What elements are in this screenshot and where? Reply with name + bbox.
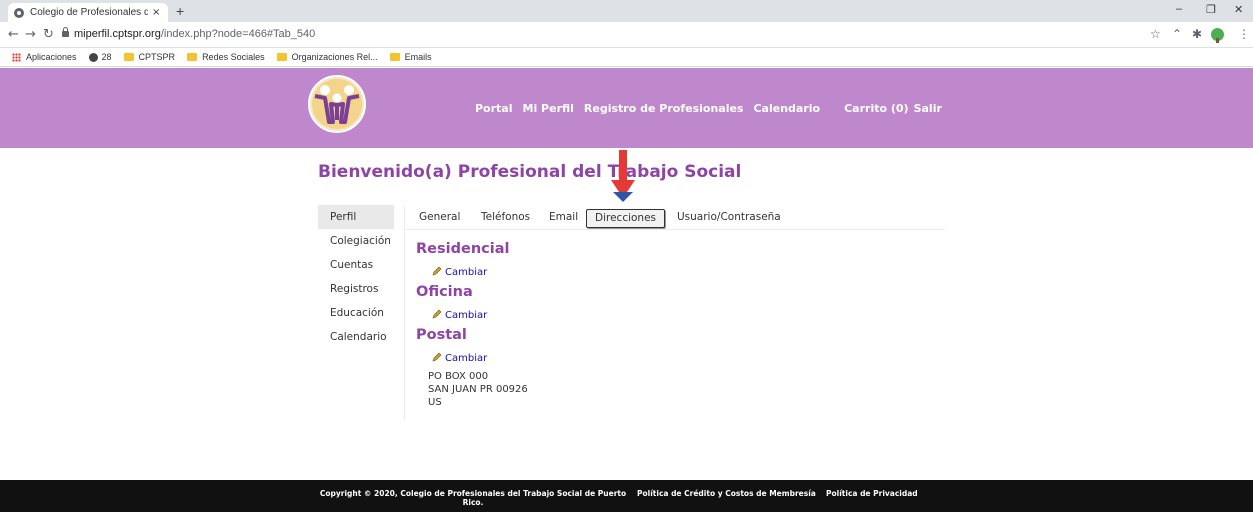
close-window-button[interactable]: ✕ (1234, 3, 1243, 16)
sidebar-item-calendario[interactable]: Calendario (318, 325, 394, 349)
site-logo[interactable] (307, 74, 367, 134)
lock-icon[interactable] (62, 27, 69, 37)
browser-menu-icon[interactable]: ⋮ (1238, 27, 1250, 41)
profile-sidebar: Perfil Colegiación Cuentas Registros Edu… (318, 205, 394, 349)
footer-link-privacidad[interactable]: Política de Privacidad (826, 489, 918, 498)
postal-address-line-1: PO BOX 000 (428, 371, 489, 382)
sidebar-item-cuentas[interactable]: Cuentas (318, 253, 394, 277)
footer-link-credito[interactable]: Política de Crédito y Costos de Membresí… (637, 489, 816, 498)
copyright-line-2: Rico. (462, 498, 484, 507)
nav-registro[interactable]: Registro de Profesionales (584, 102, 744, 115)
change-label: Cambiar (445, 310, 488, 321)
page-title: Bienvenido(a) Profesional del Trabajo So… (318, 162, 742, 182)
oficina-change-link[interactable]: Cambiar (432, 309, 487, 321)
nav-portal[interactable]: Portal (475, 102, 513, 115)
pencil-icon (432, 266, 442, 276)
main-navigation: Portal Mi Perfil Registro de Profesional… (475, 102, 952, 115)
tree-extension-icon[interactable] (1211, 28, 1224, 43)
bookmark-label: Emails (404, 52, 432, 62)
tab-title: Colegio de Profesionales del Trab (30, 7, 148, 18)
extension-arrow-icon[interactable]: ⌃ (1172, 27, 1182, 41)
restore-button[interactable]: ❐ (1206, 3, 1216, 16)
sidebar-item-educacion[interactable]: Educación (318, 301, 394, 325)
pencil-icon (432, 352, 442, 362)
minimize-button[interactable]: – (1176, 3, 1182, 15)
folder-icon (389, 53, 400, 61)
back-arrow-icon[interactable]: ← (8, 27, 19, 42)
site-header: Portal Mi Perfil Registro de Profesional… (0, 68, 1253, 148)
tab-direcciones[interactable]: Direcciones (586, 209, 666, 228)
url-path: /index.php?node=466#Tab_540 (160, 28, 316, 40)
address-toolbar: ← → ↻ miperfil.cptspr.org/index.php?node… (0, 22, 1253, 48)
section-postal-title: Postal (416, 327, 467, 343)
globe-icon (88, 52, 98, 62)
folder-icon (276, 53, 287, 61)
bookmark-star-icon[interactable]: ☆ (1150, 27, 1161, 41)
copyright-text: Copyright © 2020, Colegio de Profesional… (313, 489, 633, 507)
bookmark-organizaciones[interactable]: Organizaciones Rel... (276, 52, 378, 62)
bookmarks-bar: Aplicaciones 28 CPTSPR Redes Sociales Or… (0, 48, 1253, 67)
browser-tab[interactable]: Colegio de Profesionales del Trab × (8, 3, 168, 22)
bookmark-label: Redes Sociales (202, 52, 265, 62)
bookmark-cptspr[interactable]: CPTSPR (123, 52, 176, 62)
nav-mi-perfil[interactable]: Mi Perfil (523, 102, 574, 115)
nav-salir[interactable]: Salir (914, 102, 942, 115)
tab-usuario-contrasena[interactable]: Usuario/Contraseña (677, 209, 781, 228)
section-residencial-title: Residencial (416, 241, 510, 257)
bookmark-label: Organizaciones Rel... (291, 52, 378, 62)
url-field[interactable]: miperfil.cptspr.org/index.php?node=466#T… (74, 28, 315, 40)
new-tab-button[interactable]: + (176, 3, 184, 19)
profile-panel: General Teléfonos Email Direcciones Usua… (404, 205, 945, 420)
tab-telefonos[interactable]: Teléfonos (481, 209, 530, 228)
bookmark-aplicaciones[interactable]: Aplicaciones (12, 52, 77, 62)
tab-email[interactable]: Email (549, 209, 578, 228)
browser-tab-strip: Colegio de Profesionales del Trab × + – … (0, 0, 1253, 22)
site-favicon-icon (14, 7, 24, 18)
copyright-line-1: Copyright © 2020, Colegio de Profesional… (319, 489, 627, 498)
bookmark-redes-sociales[interactable]: Redes Sociales (187, 52, 265, 62)
bookmark-label: 28 (101, 52, 112, 62)
postal-change-link[interactable]: Cambiar (432, 352, 487, 364)
bookmark-label: CPTSPR (138, 52, 176, 62)
sidebar-item-colegiacion[interactable]: Colegiación (318, 229, 394, 253)
tab-general[interactable]: General (419, 209, 460, 228)
close-tab-icon[interactable]: × (152, 7, 160, 18)
folder-icon (123, 53, 134, 61)
postal-address-line-3: US (428, 397, 442, 408)
forward-arrow-icon[interactable]: → (25, 27, 36, 42)
bookmark-emails[interactable]: Emails (389, 52, 432, 62)
pencil-icon (432, 309, 442, 319)
change-label: Cambiar (445, 267, 488, 278)
nav-calendario[interactable]: Calendario (753, 102, 820, 115)
sidebar-item-perfil[interactable]: Perfil (318, 205, 394, 229)
section-oficina-title: Oficina (416, 284, 473, 300)
reload-icon[interactable]: ↻ (43, 27, 54, 42)
change-label: Cambiar (445, 353, 488, 364)
folder-icon (187, 53, 198, 61)
puzzle-extension-icon[interactable]: ✱ (1192, 27, 1202, 41)
site-footer: Copyright © 2020, Colegio de Profesional… (0, 480, 1253, 512)
postal-address-line-2: SAN JUAN PR 00926 (428, 384, 528, 395)
sidebar-item-registros[interactable]: Registros (318, 277, 394, 301)
apps-grid-icon (12, 52, 21, 62)
bookmark-28[interactable]: 28 (88, 52, 112, 62)
nav-carrito[interactable]: Carrito (0) (844, 102, 908, 115)
profile-tabs: General Teléfonos Email Direcciones Usua… (405, 205, 945, 230)
residencial-change-link[interactable]: Cambiar (432, 266, 487, 278)
url-host: miperfil.cptspr.org (74, 28, 161, 40)
bookmark-label: Aplicaciones (26, 52, 77, 62)
